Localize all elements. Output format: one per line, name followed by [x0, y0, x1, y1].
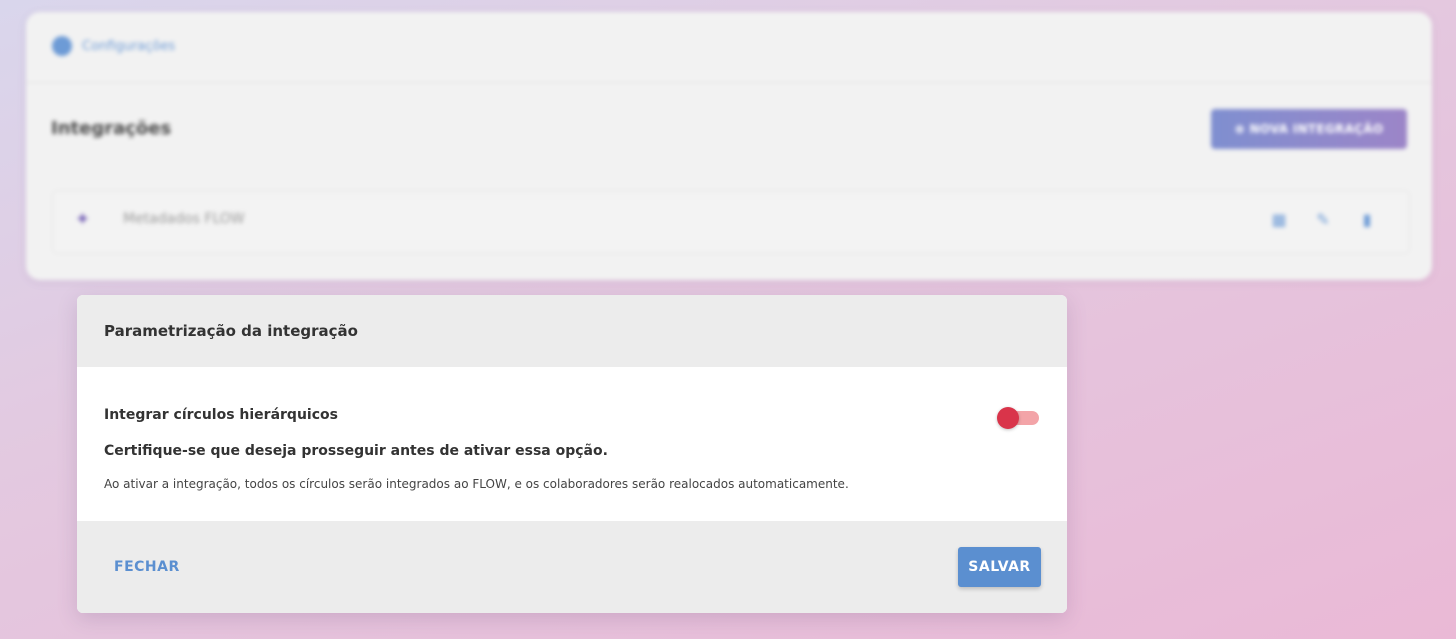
breadcrumb-label: Configurações	[82, 38, 176, 54]
modal-header: Parametrização da integração	[77, 295, 1067, 367]
settings-icon	[52, 36, 72, 56]
integration-logo-icon: ✦	[75, 209, 91, 230]
new-integration-button: ⊕ NOVA INTEGRAÇÃO	[1211, 109, 1407, 149]
section-title: Integrações	[51, 118, 172, 139]
toggle-knob	[997, 407, 1019, 429]
description-text: Ao ativar a integração, todos os círculo…	[104, 477, 849, 491]
modal-footer: FECHAR SALVAR	[77, 521, 1067, 613]
save-button[interactable]: SALVAR	[958, 547, 1041, 587]
integrations-card: Configurações Integrações ⊕ NOVA INTEGRA…	[26, 12, 1432, 280]
view-icon: ▦	[1271, 210, 1287, 229]
edit-icon: ✎	[1316, 210, 1330, 229]
hierarchical-circles-label: Integrar círculos hierárquicos	[104, 407, 338, 423]
modal-title: Parametrização da integração	[104, 322, 358, 340]
hierarchical-circles-toggle[interactable]	[997, 407, 1039, 429]
delete-icon: ▮	[1362, 210, 1372, 229]
integration-name: Metadados FLOW	[123, 211, 245, 227]
modal-body: Integrar círculos hierárquicos Certifiqu…	[77, 367, 1067, 521]
warning-text: Certifique-se que deseja prosseguir ante…	[104, 443, 608, 459]
breadcrumb: Configurações	[52, 36, 175, 56]
close-button[interactable]: FECHAR	[104, 547, 190, 587]
integration-settings-modal: Parametrização da integração Integrar cí…	[77, 295, 1067, 613]
integration-row: ✦ Metadados FLOW ▦ ✎ ▮	[52, 190, 1410, 254]
header-divider	[26, 82, 1432, 83]
